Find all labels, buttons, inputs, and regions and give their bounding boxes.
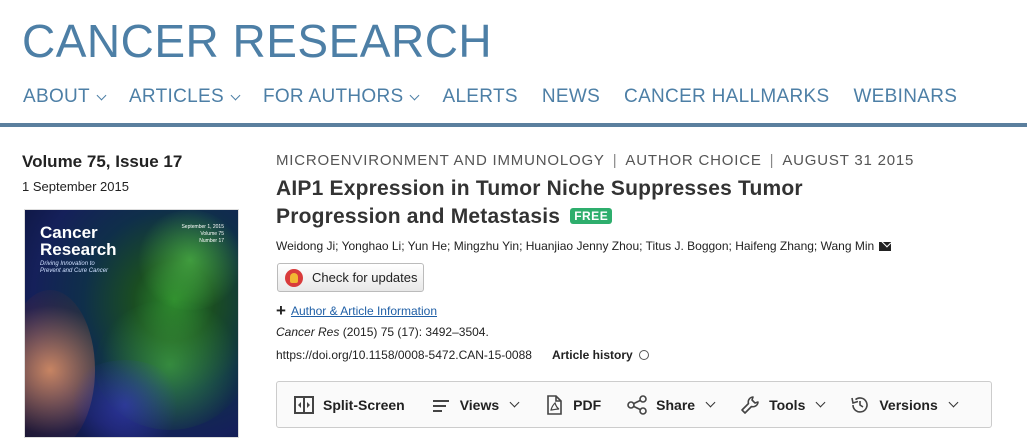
nav-item-label: ALERTS (442, 86, 518, 107)
cover-title-line: Cancer (40, 223, 98, 242)
citation-details: (2015) 75 (17): 3492–3504. (339, 325, 489, 339)
issue-date: 1 September 2015 (22, 179, 129, 194)
citation-journal: Cancer Res (276, 325, 340, 339)
nav-item-webinars[interactable]: WEBINARS (853, 86, 957, 108)
meta-separator: | (769, 152, 775, 169)
nav-item-alerts[interactable]: ALERTS (442, 86, 517, 108)
citation: Cancer Res (2015) 75 (17): 3492–3504. (276, 325, 489, 339)
chevron-down-icon (96, 90, 107, 101)
wrench-icon (740, 395, 760, 415)
doi-row: https://doi.org/10.1158/0008-5472.CAN-15… (276, 348, 649, 362)
nav-item-label: CANCER HALLMARKS (624, 86, 830, 107)
doi-link[interactable]: https://doi.org/10.1158/0008-5472.CAN-15… (276, 348, 532, 362)
article-title: AIP1 Expression in Tumor Niche Suppresse… (276, 175, 896, 231)
chevron-down-icon (509, 397, 520, 408)
author-info-link[interactable]: Author & Article Information (291, 304, 437, 318)
cover-meta-line: Number 17 (199, 238, 224, 244)
issue-cover-image[interactable]: Cancer Research Driving Innovation to Pr… (24, 209, 239, 438)
plus-icon: + (276, 301, 286, 320)
share-icon (627, 394, 647, 415)
article-history-label[interactable]: Article history (552, 348, 633, 362)
cover-meta-line: September 1, 2015 (181, 224, 224, 230)
versions-dropdown[interactable]: Versions (850, 395, 959, 415)
cover-meta-line: Volume 75 (200, 231, 224, 237)
article-pub-date: AUGUST 31 2015 (782, 152, 915, 169)
cover-title-line: Research (40, 240, 117, 259)
author-info-toggle[interactable]: + Author & Article Information (276, 301, 437, 320)
article-category[interactable]: MICROENVIRONMENT AND IMMUNOLOGY (276, 152, 605, 169)
split-screen-icon (294, 395, 314, 415)
chevron-down-icon (705, 397, 716, 408)
history-icon (850, 395, 870, 415)
site-title[interactable]: CANCER RESEARCH (22, 14, 492, 68)
tools-label: Tools (769, 396, 806, 413)
split-screen-label: Split-Screen (323, 396, 405, 413)
author-list: Weidong Ji; Yonghao Li; Yun He; Mingzhu … (276, 239, 892, 253)
history-icon[interactable] (638, 350, 649, 360)
cover-issue-meta: September 1, 2015 Volume 75 Number 17 (181, 224, 224, 245)
split-screen-button[interactable]: Split-Screen (294, 395, 405, 415)
pdf-label: PDF (573, 396, 602, 413)
nav-item-for-authors[interactable]: FOR AUTHORS (262, 86, 420, 108)
article-access: AUTHOR CHOICE (625, 152, 762, 169)
chevron-down-icon (230, 90, 241, 101)
list-icon (431, 395, 451, 415)
nav-item-label: NEWS (541, 86, 601, 107)
chevron-down-icon (410, 90, 420, 101)
nav-item-label: ABOUT (23, 86, 90, 107)
check-for-updates-label: Check for updates (312, 270, 418, 285)
nav-item-cancer-hallmarks[interactable]: CANCER HALLMARKS (624, 86, 829, 108)
cover-title: Cancer Research (40, 224, 117, 258)
cover-tagline-line: Driving Innovation to (40, 261, 95, 267)
cover-tagline: Driving Innovation to Prevent and Cure C… (40, 261, 108, 275)
nav-item-label: FOR AUTHORS (262, 86, 404, 107)
chevron-down-icon (948, 397, 959, 408)
nav-divider (0, 123, 1027, 127)
crossmark-icon (285, 268, 303, 287)
nav-item-about[interactable]: ABOUT (23, 86, 107, 108)
versions-label: Versions (879, 396, 938, 413)
nav-item-news[interactable]: NEWS (542, 86, 600, 108)
main-nav: ABOUT ARTICLES FOR AUTHORS ALERTS NEWS C… (23, 86, 981, 108)
envelope-icon[interactable] (879, 241, 892, 251)
article-toolbar: Split-Screen Views PDF Share Tools Versi… (276, 381, 992, 428)
cover-tagline-line: Prevent and Cure Cancer (40, 268, 109, 274)
issue-volume-link[interactable]: Volume 75, Issue 17 (22, 152, 182, 172)
nav-item-articles[interactable]: ARTICLES (128, 86, 241, 108)
nav-item-label: WEBINARS (853, 86, 958, 107)
article-meta: MICROENVIRONMENT AND IMMUNOLOGY | AUTHOR… (276, 152, 914, 169)
chevron-down-icon (815, 397, 826, 408)
article-title-text: AIP1 Expression in Tumor Niche Suppresse… (276, 177, 803, 228)
views-dropdown[interactable]: Views (431, 395, 520, 415)
author-names[interactable]: Weidong Ji; Yonghao Li; Yun He; Mingzhu … (276, 239, 874, 253)
views-label: Views (459, 396, 500, 413)
meta-separator: | (612, 152, 618, 169)
share-label: Share (656, 396, 696, 413)
pdf-icon (544, 394, 564, 415)
check-for-updates-button[interactable]: Check for updates (277, 263, 424, 292)
free-badge: FREE (570, 208, 613, 224)
nav-item-label: ARTICLES (128, 86, 224, 107)
share-dropdown[interactable]: Share (627, 394, 716, 415)
tools-dropdown[interactable]: Tools (740, 395, 826, 415)
pdf-button[interactable]: PDF (544, 394, 602, 415)
